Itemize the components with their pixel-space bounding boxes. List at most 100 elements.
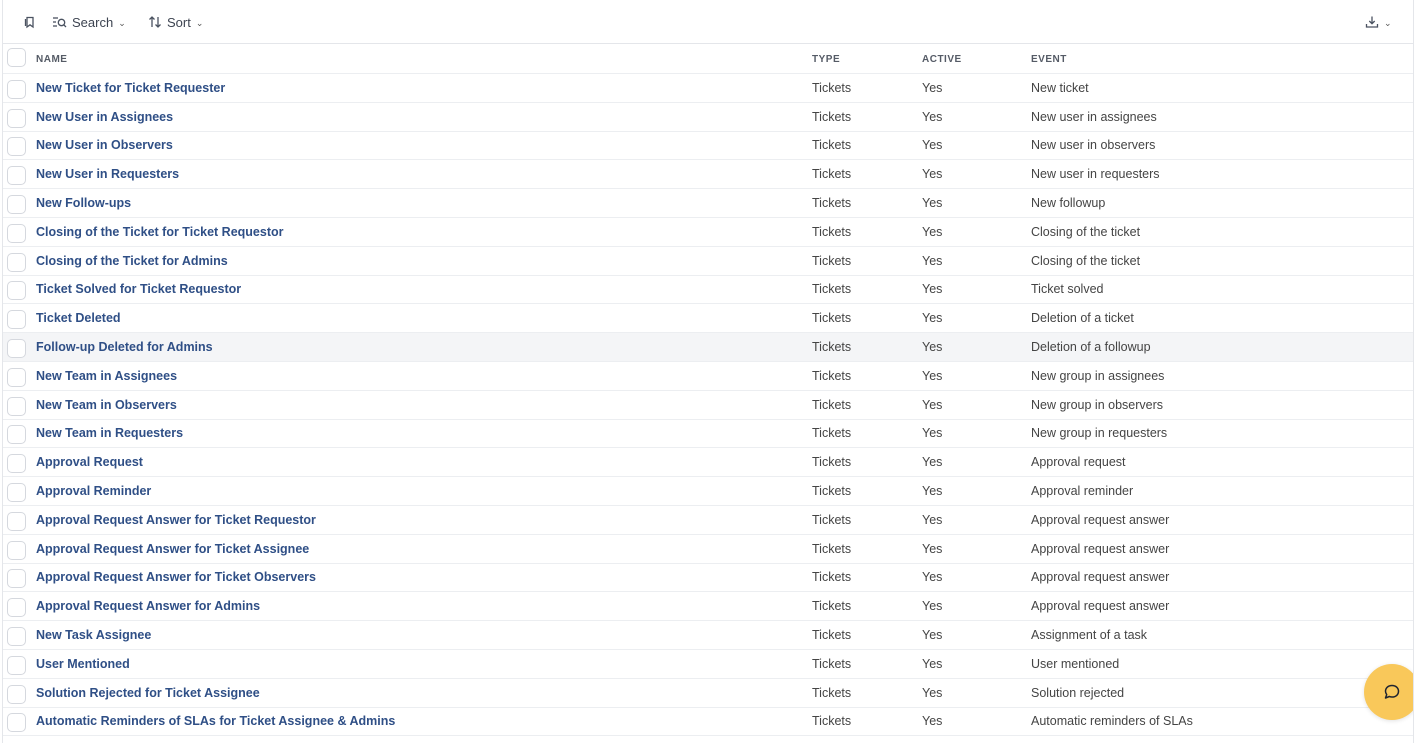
table-row[interactable]: New Follow-ups Tickets Yes New followup — [3, 189, 1413, 218]
notification-name-link[interactable]: New User in Assignees — [36, 110, 173, 124]
column-header-type[interactable]: TYPE — [812, 45, 840, 73]
type-cell: Tickets — [812, 397, 852, 412]
active-cell: Yes — [922, 426, 943, 441]
row-checkbox[interactable] — [7, 540, 26, 560]
table-row[interactable]: New User in Observers Tickets Yes New user … — [3, 132, 1413, 161]
select-all-checkbox[interactable] — [7, 47, 26, 67]
bookmark-icon — [24, 16, 34, 29]
name-cell: Approval Request Answer for Ticket Reque… — [36, 506, 316, 534]
notification-name-link[interactable]: Follow-up Deleted for Admins — [36, 340, 213, 354]
notification-name-link[interactable]: Ticket Deleted — [36, 311, 121, 325]
table-row[interactable]: New Task Assignee Tickets Yes Assignment of… — [3, 621, 1413, 650]
bookmark-button[interactable] — [23, 0, 37, 44]
row-checkbox[interactable] — [7, 684, 26, 704]
table-row[interactable]: Approval Request Answer for Ticket Reque… — [3, 506, 1413, 535]
row-checkbox[interactable] — [7, 367, 26, 387]
row-checkbox[interactable] — [7, 79, 26, 99]
row-checkbox[interactable] — [7, 454, 26, 474]
notification-name-link[interactable]: Approval Reminder — [36, 484, 151, 498]
notification-name-link[interactable]: Solution Rejected for Ticket Assignee — [36, 686, 260, 700]
row-checkbox[interactable] — [7, 252, 26, 272]
notification-name-link[interactable]: Closing of the Ticket for Ticket Request… — [36, 225, 284, 239]
type-cell: Tickets — [812, 282, 852, 297]
row-select-cell — [7, 448, 27, 476]
event-cell: Closing of the ticket — [1031, 253, 1141, 268]
sort-button[interactable]: Sort ⌄ — [148, 0, 203, 44]
row-checkbox[interactable] — [7, 166, 26, 186]
row-checkbox[interactable] — [7, 511, 26, 531]
type-cell: Tickets — [812, 455, 852, 470]
name-cell: Approval Request — [36, 448, 143, 476]
notification-name-link[interactable]: Closing of the Ticket for Admins — [36, 254, 228, 268]
row-checkbox[interactable] — [7, 396, 26, 416]
notification-name-link[interactable]: User Mentioned — [36, 657, 130, 671]
export-button[interactable]: ⌄ — [1365, 0, 1392, 44]
row-checkbox[interactable] — [7, 655, 26, 675]
row-select-cell — [7, 708, 27, 736]
row-checkbox[interactable] — [7, 627, 26, 647]
row-checkbox[interactable] — [7, 569, 26, 589]
notification-name-link[interactable]: New User in Requesters — [36, 167, 179, 181]
list-toolbar: Search ⌄ Sort ⌄ ⌄ — [3, 0, 1413, 44]
notification-name-link[interactable]: Approval Request Answer for Ticket Obser… — [36, 570, 316, 584]
table-row[interactable]: Approval Reminder Tickets Yes Approval remi… — [3, 477, 1413, 506]
row-checkbox[interactable] — [7, 223, 26, 243]
notification-name-link[interactable]: New Follow-ups — [36, 196, 131, 210]
table-row[interactable]: New Team in Assignees Tickets Yes New group… — [3, 362, 1413, 391]
table-row[interactable]: Follow-up Deleted for Admins Tickets Yes De… — [3, 333, 1413, 362]
event-cell: New ticket — [1031, 80, 1089, 95]
table-row[interactable]: Ticket Deleted Tickets Yes Deletion of a ti… — [3, 304, 1413, 334]
name-cell: Approval Request Answer for Ticket Assig… — [36, 535, 309, 563]
row-checkbox[interactable] — [7, 425, 26, 445]
notification-name-link[interactable]: Approval Request Answer for Ticket Assig… — [36, 542, 309, 556]
row-select-cell — [7, 420, 27, 448]
notification-name-link[interactable]: New User in Observers — [36, 138, 173, 152]
table-row[interactable]: Approval Request Answer for Admins Ticket… — [3, 592, 1413, 622]
notification-name-link[interactable]: New Team in Assignees — [36, 369, 177, 383]
row-checkbox[interactable] — [7, 713, 26, 733]
row-checkbox[interactable] — [7, 281, 26, 301]
column-header-name[interactable]: NAME — [36, 45, 67, 73]
notification-name-link[interactable]: Approval Request — [36, 455, 143, 469]
table-row[interactable]: Automatic Reminders of SLAs for Ticket A… — [3, 708, 1413, 737]
table-row[interactable]: Approval Request Answer for Ticket Obser… — [3, 564, 1413, 593]
notification-name-link[interactable]: Automatic Reminders of SLAs for Ticket A… — [36, 714, 395, 728]
chat-button[interactable] — [1364, 664, 1413, 720]
notification-name-link[interactable]: New Ticket for Ticket Requester — [36, 81, 225, 95]
search-button[interactable]: Search ⌄ — [52, 0, 126, 44]
table-row[interactable]: User Mentioned Tickets Yes User mentioned — [3, 650, 1413, 679]
row-checkbox[interactable] — [7, 483, 26, 503]
notification-name-link[interactable]: New Team in Requesters — [36, 426, 183, 440]
notification-name-link[interactable]: New Task Assignee — [36, 628, 151, 642]
row-checkbox[interactable] — [7, 108, 26, 128]
table-row[interactable]: Approval Request Tickets Yes Approval reque… — [3, 448, 1413, 478]
row-checkbox[interactable] — [7, 137, 26, 157]
active-cell: Yes — [922, 80, 943, 95]
notifications-table: NAME TYPE ACTIVE EVENT New Ticket for Ti… — [3, 45, 1413, 737]
table-row[interactable]: Closing of the Ticket for Admins Tickets Y… — [3, 247, 1413, 276]
table-row[interactable]: New Team in Observers Tickets Yes New group… — [3, 391, 1413, 420]
type-cell: Tickets — [812, 196, 852, 211]
table-row[interactable]: Ticket Solved for Ticket Requestor Ticket… — [3, 276, 1413, 305]
active-cell: Yes — [922, 368, 943, 383]
row-checkbox[interactable] — [7, 195, 26, 215]
notification-name-link[interactable]: Approval Request Answer for Ticket Reque… — [36, 513, 316, 527]
row-checkbox[interactable] — [7, 310, 26, 330]
chat-bubble-icon — [1384, 684, 1400, 699]
table-row[interactable]: Approval Request Answer for Ticket Assig… — [3, 535, 1413, 564]
notification-name-link[interactable]: Approval Request Answer for Admins — [36, 599, 260, 613]
table-row[interactable]: Solution Rejected for Ticket Assignee Tic… — [3, 679, 1413, 708]
table-row[interactable]: Closing of the Ticket for Ticket Request… — [3, 218, 1413, 247]
row-checkbox[interactable] — [7, 598, 26, 618]
notification-name-link[interactable]: New Team in Observers — [36, 398, 177, 412]
table-row[interactable]: New Team in Requesters Tickets Yes New grou… — [3, 420, 1413, 449]
table-row[interactable]: New User in Assignees Tickets Yes New user … — [3, 103, 1413, 132]
column-header-event[interactable]: EVENT — [1031, 45, 1067, 73]
notification-name-link[interactable]: Ticket Solved for Ticket Requestor — [36, 282, 241, 296]
column-header-active[interactable]: ACTIVE — [922, 45, 962, 73]
row-checkbox[interactable] — [7, 339, 26, 359]
event-cell: Deletion of a followup — [1031, 340, 1151, 355]
table-row[interactable]: New User in Requesters Tickets Yes New user… — [3, 160, 1413, 190]
table-row[interactable]: New Ticket for Ticket Requester Tickets Ye… — [3, 74, 1413, 103]
active-cell: Yes — [922, 714, 943, 729]
